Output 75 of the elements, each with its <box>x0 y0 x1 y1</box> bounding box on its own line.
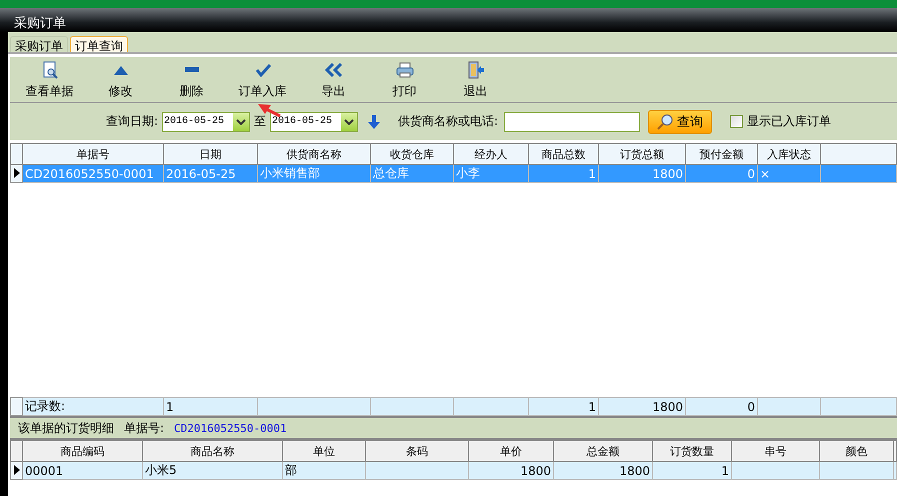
summary-cell: 1 <box>164 398 258 416</box>
column-header[interactable]: 入库状态 <box>758 144 820 164</box>
column-header[interactable]: 条码 <box>366 440 468 462</box>
order-number: CD2016052550-0001 <box>174 422 287 434</box>
column-header[interactable]: 单位 <box>282 440 366 462</box>
table-cell: 小米销售部 <box>258 164 370 182</box>
dropdown-icon <box>236 118 246 124</box>
date-to-field[interactable]: 2016-05-25 <box>270 112 358 132</box>
table-cell: 0 <box>686 164 758 182</box>
column-header[interactable]: 订货总额 <box>598 144 686 164</box>
tab[interactable]: 采购订单 <box>10 36 68 52</box>
table-cell: 小米5 <box>142 462 282 480</box>
toolbar-button[interactable]: 退出 <box>440 60 511 100</box>
table-cell: CD2016052550-0001 <box>22 164 164 182</box>
double-chevron-left-icon <box>324 62 344 76</box>
detail-title: 该单据的订货明细 <box>18 420 114 436</box>
checkbox-label: 显示已入库订单 <box>747 113 832 130</box>
table-cell: 1800 <box>598 164 686 182</box>
table-cell: 小李 <box>454 164 528 182</box>
summary-cell: 1800 <box>598 398 686 416</box>
column-header[interactable]: 经办人 <box>454 144 528 164</box>
column-header[interactable]: 颜色 <box>820 440 894 462</box>
column-header[interactable]: 预付金额 <box>686 144 758 164</box>
column-header[interactable]: 收货仓库 <box>370 144 454 164</box>
date-label: 查询日期: <box>106 113 158 130</box>
dropdown-icon <box>344 118 354 124</box>
table-cell: 00001 <box>22 462 142 480</box>
row-pointer-icon <box>14 168 20 178</box>
date-from-field[interactable]: 2016-05-25 <box>162 112 250 132</box>
summary-cell <box>758 398 820 416</box>
toolbar-button[interactable]: 导出 <box>298 60 369 100</box>
column-header[interactable]: 商品名称 <box>142 440 282 462</box>
toolbar-button[interactable]: 打印 <box>369 60 440 100</box>
column-header[interactable]: 供货商名称 <box>258 144 370 164</box>
number-label: 单据号: <box>124 420 164 436</box>
table-cell: 1 <box>652 462 732 480</box>
column-header[interactable]: 单价 <box>468 440 554 462</box>
search-icon <box>657 114 674 130</box>
table-cell: 1800 <box>554 462 652 480</box>
table-cell: 2016-05-25 <box>164 164 258 182</box>
summary-cell: 1 <box>528 398 598 416</box>
column-header[interactable]: 商品编码 <box>22 440 142 462</box>
search-button[interactable]: 查询 <box>648 110 712 134</box>
column-header[interactable]: 订货数量 <box>652 440 732 462</box>
table-cell: 总仓库 <box>370 164 454 182</box>
document-search-icon <box>42 60 58 78</box>
printer-icon <box>396 62 414 78</box>
supplier-label: 供货商名称或电话: <box>398 113 498 130</box>
column-header[interactable]: 单据号 <box>22 144 164 164</box>
tab[interactable]: 订单查询 <box>70 36 128 52</box>
column-header[interactable]: 串号 <box>732 440 820 462</box>
column-header[interactable]: 商品总数 <box>528 144 598 164</box>
minus-icon <box>184 67 198 72</box>
toolbar-button[interactable]: 订单入库 <box>227 60 298 100</box>
toolbar-button[interactable]: 查看单据 <box>14 60 85 100</box>
table-cell: 1 <box>528 164 598 182</box>
table-cell: × <box>758 164 820 182</box>
to-label: 至 <box>254 113 266 130</box>
checkbox[interactable] <box>730 115 744 128</box>
row-indicator <box>10 398 22 416</box>
triangle-up-icon <box>112 64 128 76</box>
arrow-down-icon[interactable] <box>368 114 380 128</box>
toolbar-button[interactable]: 修改 <box>85 60 156 100</box>
column-header[interactable]: 总金额 <box>554 440 652 462</box>
summary-cell: 0 <box>686 398 758 416</box>
window-title: 采购订单 <box>0 8 897 32</box>
table-cell: 1800 <box>468 462 554 480</box>
exit-door-icon <box>468 60 484 78</box>
supplier-field[interactable] <box>504 112 640 132</box>
column-header[interactable]: 日期 <box>164 144 258 164</box>
row-pointer-icon <box>14 464 20 474</box>
summary-cell: 记录数: <box>22 398 164 416</box>
toolbar-button[interactable]: 删除 <box>156 60 227 100</box>
checkmark-icon <box>254 62 270 76</box>
table-cell: 部 <box>282 462 366 480</box>
